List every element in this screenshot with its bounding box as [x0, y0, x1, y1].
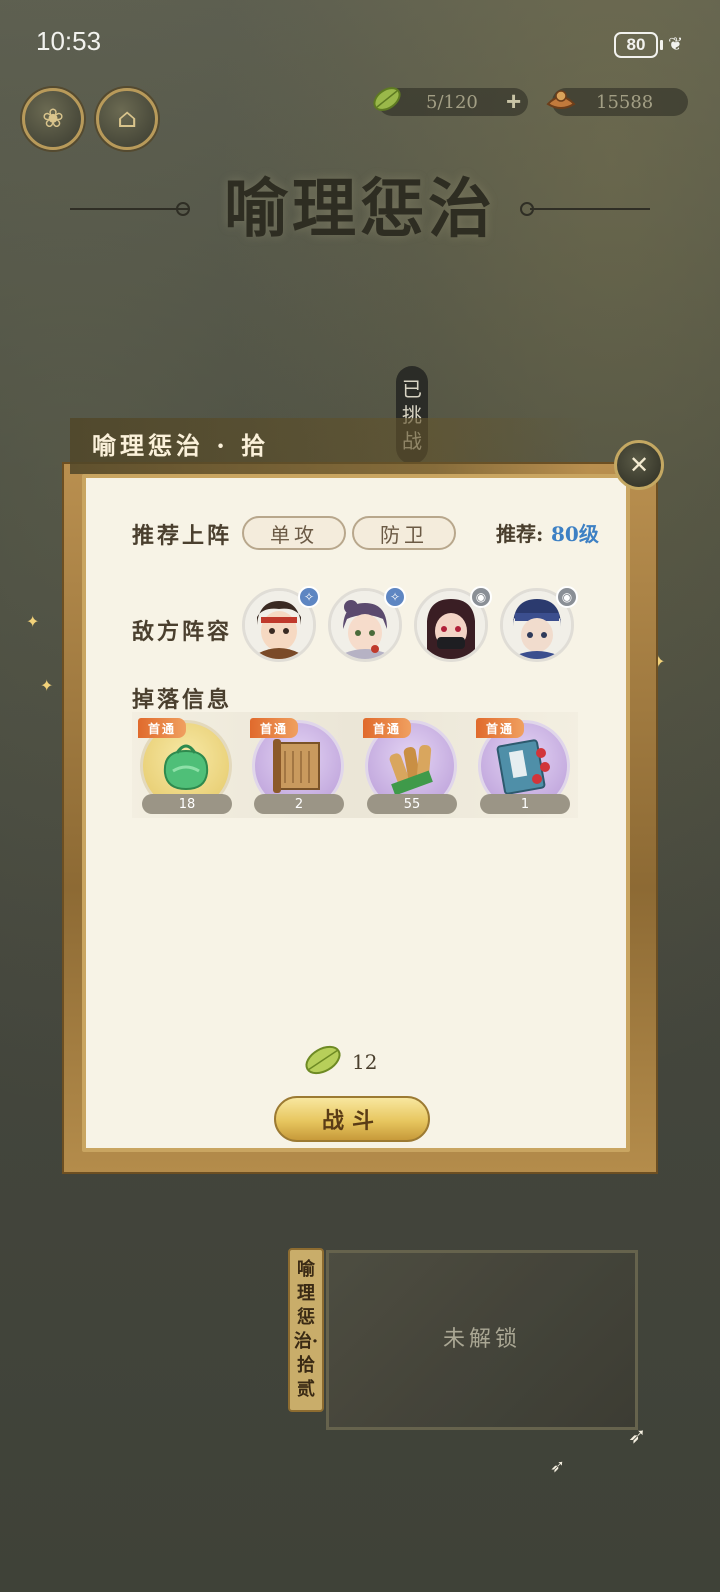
battery-tip [660, 40, 663, 50]
drop-count: 55 [367, 794, 457, 814]
next-level-tag: 喻理惩治·拾贰 [288, 1248, 324, 1412]
locked-text: 未解锁 [442, 1327, 521, 1352]
title-line-right [530, 208, 650, 210]
close-icon: ✕ [628, 451, 650, 479]
drop-count: 18 [142, 794, 232, 814]
first-clear-tag: 首通 [138, 718, 186, 738]
add-stamina-button[interactable]: + [506, 86, 521, 117]
home-button[interactable]: ⌂ [96, 88, 158, 150]
stamina-cost: 12 [352, 1050, 378, 1074]
recommend-label: 推荐上阵 [132, 523, 233, 549]
element-badge-icon: ✧ [298, 586, 320, 608]
pavilion-icon: ⌂ [117, 104, 137, 134]
drop-count: 1 [480, 794, 570, 814]
role-tag-single-attack: 单攻 [242, 516, 346, 550]
page-title: 喻理惩治 [224, 172, 496, 247]
bird-icon: ➶ [628, 1424, 647, 1449]
recommend-level-value: 80级 [551, 522, 599, 546]
element-badge-icon: ◉ [556, 586, 578, 608]
menu-button[interactable]: ❀ [22, 88, 84, 150]
recommend-level-label: 推荐: [496, 522, 544, 546]
sparkle-icon: ✦ [40, 676, 54, 695]
first-clear-tag: 首通 [250, 718, 298, 738]
stamina-value: 5/120 [426, 91, 478, 113]
element-badge-icon: ✧ [384, 586, 406, 608]
lotus-icon: ❀ [42, 104, 64, 134]
status-time: 10:53 [36, 26, 102, 56]
gold-ingot-icon [546, 90, 576, 109]
stamina-leaf-icon [373, 87, 401, 111]
bird-icon: ➶ [550, 1456, 566, 1477]
locked-stage-card[interactable]: 未解锁 [326, 1250, 638, 1430]
first-clear-tag: 首通 [476, 718, 524, 738]
stamina-leaf-icon [305, 1045, 341, 1075]
enemy-lineup-label: 敌方阵容 [132, 619, 233, 645]
panel-title: 喻理惩治 · 拾 [92, 431, 270, 460]
close-button[interactable]: ✕ [614, 440, 664, 490]
battle-button[interactable]: 战斗 [274, 1096, 430, 1142]
gold-value: 15588 [596, 91, 654, 113]
drop-count: 2 [254, 794, 344, 814]
first-clear-tag: 首通 [363, 718, 411, 738]
battery-indicator: 80 [614, 32, 658, 58]
sparkle-icon: ✦ [26, 612, 40, 631]
role-tag-defense: 防卫 [352, 516, 456, 550]
leaf-icon: ❦ [668, 34, 684, 55]
drop-info-label: 掉落信息 [132, 687, 233, 713]
element-badge-icon: ◉ [470, 586, 492, 608]
